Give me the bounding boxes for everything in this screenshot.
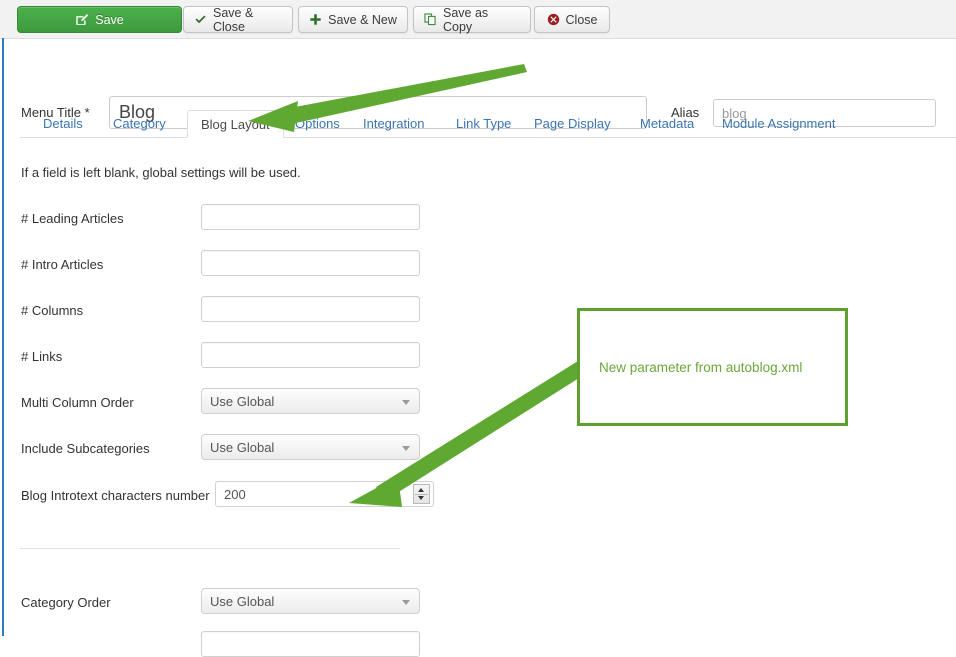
annotation-callout-box: New parameter from autoblog.xml — [577, 308, 848, 426]
toolbar: Save Save & Close Save & New Save as Cop… — [0, 0, 956, 39]
save-and-close-button[interactable]: Save & Close — [183, 5, 293, 34]
intro-articles-input[interactable] — [201, 250, 420, 276]
tab-category[interactable]: Category — [100, 110, 179, 138]
tab-details[interactable]: Details — [30, 110, 96, 138]
columns-label: # Columns — [21, 303, 84, 318]
chevron-down-icon — [402, 400, 410, 405]
category-order-select[interactable]: Use Global — [201, 588, 420, 614]
plus-icon — [309, 13, 322, 26]
chevron-down-icon — [402, 446, 410, 451]
stepper-down-icon[interactable] — [418, 496, 424, 500]
save-button-label: Save — [95, 12, 124, 27]
save-and-new-button[interactable]: Save & New — [298, 6, 408, 33]
blog-introtext-characters-input[interactable] — [216, 482, 406, 506]
save-and-close-label: Save & Close — [213, 5, 254, 34]
multi-column-order-value: Use Global — [210, 394, 275, 409]
include-subcategories-label: Include Subcategories — [21, 441, 150, 456]
intro-articles-label: # Intro Articles — [21, 257, 104, 272]
tab-module-assignment[interactable]: Module Assignment — [709, 110, 848, 138]
tab-page-display[interactable]: Page Display — [521, 110, 624, 138]
include-subcategories-value: Use Global — [210, 440, 275, 455]
category-order-label: Category Order — [21, 595, 111, 610]
save-button[interactable]: Save — [17, 6, 182, 33]
annotation-callout-text: New parameter from autoblog.xml — [599, 360, 803, 375]
chevron-down-icon — [402, 600, 410, 605]
tab-integration[interactable]: Integration — [350, 110, 437, 138]
tab-blog-layout[interactable]: Blog Layout — [187, 110, 284, 138]
save-and-new-label: Save & New — [328, 12, 397, 27]
tab-metadata[interactable]: Metadata — [627, 110, 707, 138]
number-stepper[interactable] — [413, 484, 430, 504]
tab-bar: Details Category Blog Layout Options Int… — [20, 110, 956, 138]
blog-introtext-characters-field — [215, 481, 434, 507]
links-input[interactable] — [201, 342, 420, 368]
left-accent-strip — [2, 38, 4, 636]
edit-box-icon — [75, 13, 89, 27]
multi-column-order-label: Multi Column Order — [21, 395, 134, 410]
stepper-divider — [415, 494, 428, 495]
columns-input[interactable] — [201, 296, 420, 322]
multi-column-order-select[interactable]: Use Global — [201, 388, 420, 414]
leading-articles-input[interactable] — [201, 204, 420, 230]
leading-articles-label: # Leading Articles — [21, 211, 124, 226]
close-circle-icon — [547, 13, 560, 26]
copy-pages-icon — [424, 13, 437, 26]
close-button[interactable]: Close — [534, 6, 610, 33]
form-hint: If a field is left blank, global setting… — [21, 165, 301, 180]
save-as-copy-label: Save as Copy — [443, 5, 489, 34]
check-icon — [194, 13, 207, 26]
close-button-label: Close — [565, 12, 598, 27]
section-divider — [20, 548, 400, 549]
include-subcategories-select[interactable]: Use Global — [201, 434, 420, 460]
tab-options[interactable]: Options — [282, 110, 353, 138]
next-field-input-partial[interactable] — [201, 631, 420, 657]
stepper-up-icon[interactable] — [418, 488, 424, 492]
blog-introtext-characters-label: Blog Introtext characters number — [21, 488, 210, 503]
links-label: # Links — [21, 349, 63, 364]
category-order-value: Use Global — [210, 594, 275, 609]
tab-link-type[interactable]: Link Type — [443, 110, 524, 138]
save-as-copy-button[interactable]: Save as Copy — [413, 5, 531, 34]
title-row: Menu Title * Alias — [0, 39, 956, 129]
